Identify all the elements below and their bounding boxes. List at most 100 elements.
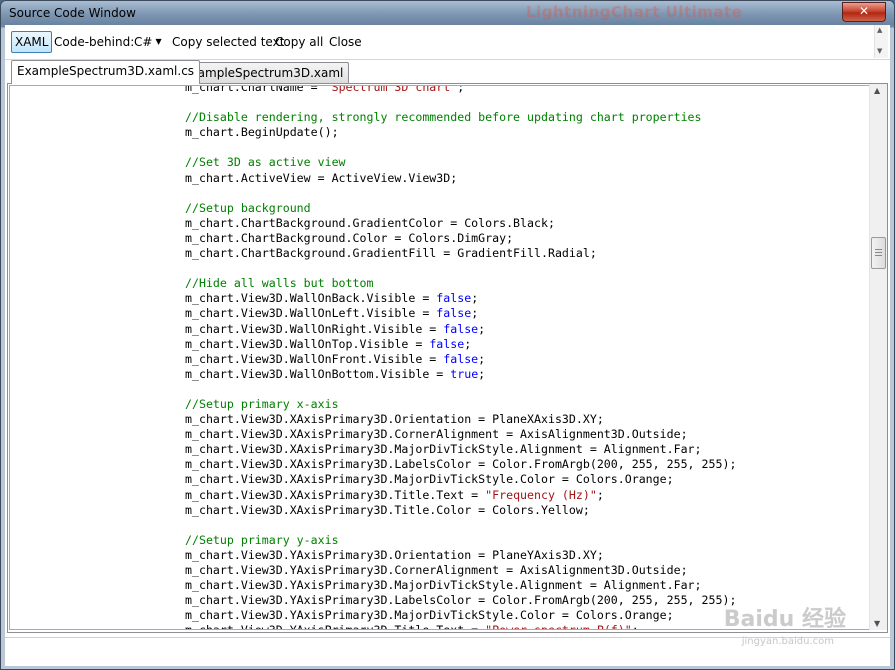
code-token: m_chart.View3D.XAxisPrimary3D.LabelsColo… [185,457,737,472]
code-line[interactable]: m_chart.View3D.WallOnTop.Visible = false… [185,337,736,352]
client-area: XAML Code-behind: C# ▼ Copy selected text… [5,25,890,666]
code-line[interactable]: m_chart.View3D.XAxisPrimary3D.CornerAlig… [185,427,736,442]
code-line[interactable]: m_chart.View3D.YAxisPrimary3D.MajorDivTi… [185,608,736,623]
source-code-window: Source Code Window LightningChart Ultima… [0,0,895,670]
code-comment: //Setup background [185,200,311,215]
code-line[interactable] [185,140,736,155]
code-token: m_chart.ChartName = [185,85,325,94]
code-editor-frame: m_chart.ChartName = "Spectrum 3D chart";… [7,83,888,633]
code-token: ; [478,366,486,381]
code-token: m_chart.View3D.YAxisPrimary3D.Title.Text… [185,623,485,629]
code-token: m_chart.View3D.WallOnLeft.Visible = [185,306,437,321]
code-line[interactable]: m_chart.View3D.YAxisPrimary3D.LabelsColo… [185,593,736,608]
code-token: m_chart.ChartBackground.Color = Colors.D… [185,230,514,245]
code-token: m_chart.View3D.XAxisPrimary3D.Title.Colo… [185,502,590,517]
tab-xaml-cs[interactable]: ExampleSpectrum3D.xaml.cs [11,60,201,84]
background-window-title: LightningChart Ultimate [526,3,743,21]
code-line[interactable]: m_chart.ActiveView = ActiveView.View3D; [185,171,736,186]
toolbar-scrollbar[interactable]: ▲ ▼ [874,25,888,58]
code-line[interactable]: //Setup primary y-axis [185,533,736,548]
grip-line [875,252,882,253]
code-token: m_chart.View3D.WallOnBack.Visible = [185,291,437,306]
code-token: m_chart.View3D.XAxisPrimary3D.Title.Text… [185,487,486,502]
code-string: "Spectrum 3D chart" [324,85,458,94]
scroll-up-icon[interactable]: ▲ [874,86,880,95]
code-line[interactable]: m_chart.View3D.WallOnBack.Visible = fals… [185,291,736,306]
code-token: m_chart.View3D.YAxisPrimary3D.Orientatio… [185,547,604,562]
code-token: ; [471,291,479,306]
code-line[interactable]: //Hide all walls but bottom [185,276,736,291]
code-line[interactable]: m_chart.View3D.XAxisPrimary3D.Orientatio… [185,412,736,427]
code-line[interactable]: m_chart.View3D.WallOnRight.Visible = fal… [185,322,736,337]
code-string: "Power spectrum P(f)" [485,623,632,629]
code-line[interactable]: m_chart.View3D.YAxisPrimary3D.Orientatio… [185,548,736,563]
up-arrow-icon[interactable]: ▲ [877,26,882,34]
code-line[interactable]: m_chart.View3D.YAxisPrimary3D.CornerAlig… [185,563,736,578]
chevron-down-icon: ▼ [155,37,162,46]
language-value: C# [134,35,153,49]
code-string: "Frequency (Hz)" [485,487,597,502]
window-title: Source Code Window [9,6,136,20]
code-line[interactable] [185,186,736,201]
copy-selected-text-button[interactable]: Copy selected text [172,35,284,49]
code-text[interactable]: m_chart.ChartName = "Spectrum 3D chart";… [185,85,736,629]
grip-line [875,249,882,250]
code-token: m_chart.View3D.YAxisPrimary3D.LabelsColo… [185,593,737,608]
code-comment: //Setup primary x-axis [185,396,339,411]
code-token: ; [457,85,465,94]
code-line[interactable]: //Setup background [185,201,736,216]
tab-xaml[interactable]: ExampleSpectrum3D.xaml [177,62,350,83]
code-token: ; [464,336,472,351]
code-line[interactable]: m_chart.View3D.XAxisPrimary3D.MajorDivTi… [185,442,736,457]
code-token: ; [632,623,639,629]
copy-all-button[interactable]: Copy all [275,35,323,49]
code-keyword: false [436,306,472,321]
code-token: ; [478,321,486,336]
close-button[interactable]: Close [329,35,362,49]
watermark-url: jingyan.baidu.com [741,636,834,647]
code-line[interactable]: m_chart.View3D.XAxisPrimary3D.LabelsColo… [185,457,736,472]
code-line[interactable]: m_chart.View3D.XAxisPrimary3D.Title.Text… [185,488,736,503]
language-dropdown[interactable]: C# ▼ [134,35,162,49]
code-token: m_chart.View3D.YAxisPrimary3D.CornerAlig… [185,563,688,577]
code-line[interactable]: m_chart.ChartName = "Spectrum 3D chart"; [185,85,736,95]
code-line[interactable]: m_chart.View3D.YAxisPrimary3D.Title.Text… [185,623,736,629]
code-line[interactable]: //Set 3D as active view [185,155,736,170]
code-token: m_chart.View3D.XAxisPrimary3D.Orientatio… [185,412,604,427]
code-token: m_chart.View3D.YAxisPrimary3D.MajorDivTi… [185,608,674,623]
code-line[interactable]: m_chart.View3D.XAxisPrimary3D.Title.Colo… [185,503,736,518]
code-line[interactable] [185,261,736,276]
code-line[interactable]: m_chart.BeginUpdate(); [185,125,736,140]
code-token: m_chart.View3D.XAxisPrimary3D.MajorDivTi… [185,472,674,487]
scroll-thumb[interactable] [871,237,886,269]
code-editor[interactable]: m_chart.ChartName = "Spectrum 3D chart";… [9,85,869,630]
code-line[interactable]: //Disable rendering, strongly recommende… [185,110,736,125]
down-arrow-icon[interactable]: ▼ [877,47,882,55]
code-line[interactable]: m_chart.ChartBackground.GradientColor = … [185,216,736,231]
code-token: m_chart.View3D.WallOnBottom.Visible = [185,366,451,381]
code-token: m_chart.ChartBackground.GradientColor = … [185,215,555,230]
code-comment: //Setup primary y-axis [185,532,339,547]
code-line[interactable]: m_chart.View3D.WallOnLeft.Visible = fals… [185,306,736,321]
code-line[interactable] [185,382,736,397]
code-keyword: false [436,291,472,306]
toolbar: XAML Code-behind: C# ▼ Copy selected text… [5,25,890,60]
code-line[interactable]: m_chart.View3D.XAxisPrimary3D.MajorDivTi… [185,472,736,487]
code-token: m_chart.View3D.XAxisPrimary3D.MajorDivTi… [185,442,702,457]
code-line[interactable]: m_chart.View3D.YAxisPrimary3D.MajorDivTi… [185,578,736,593]
xaml-button[interactable]: XAML [11,31,53,53]
code-line[interactable]: m_chart.View3D.WallOnFront.Visible = fal… [185,352,736,367]
code-line[interactable]: m_chart.ChartBackground.GradientFill = G… [185,246,736,261]
title-bar[interactable]: Source Code Window LightningChart Ultima… [1,1,894,25]
code-line[interactable]: m_chart.View3D.WallOnBottom.Visible = tr… [185,367,736,382]
window-close-button[interactable]: ✕ [842,2,886,22]
code-line[interactable]: //Setup primary x-axis [185,397,736,412]
code-token: m_chart.View3D.WallOnRight.Visible = [185,321,444,336]
code-line[interactable]: m_chart.ChartBackground.Color = Colors.D… [185,231,736,246]
scroll-down-icon[interactable]: ▼ [874,619,880,628]
vertical-scrollbar[interactable]: ▲ ▼ [869,84,887,630]
code-token: ; [596,487,604,502]
code-line[interactable] [185,518,736,533]
code-comment: //Disable rendering, strongly recommende… [185,110,702,125]
code-line[interactable] [185,95,736,110]
